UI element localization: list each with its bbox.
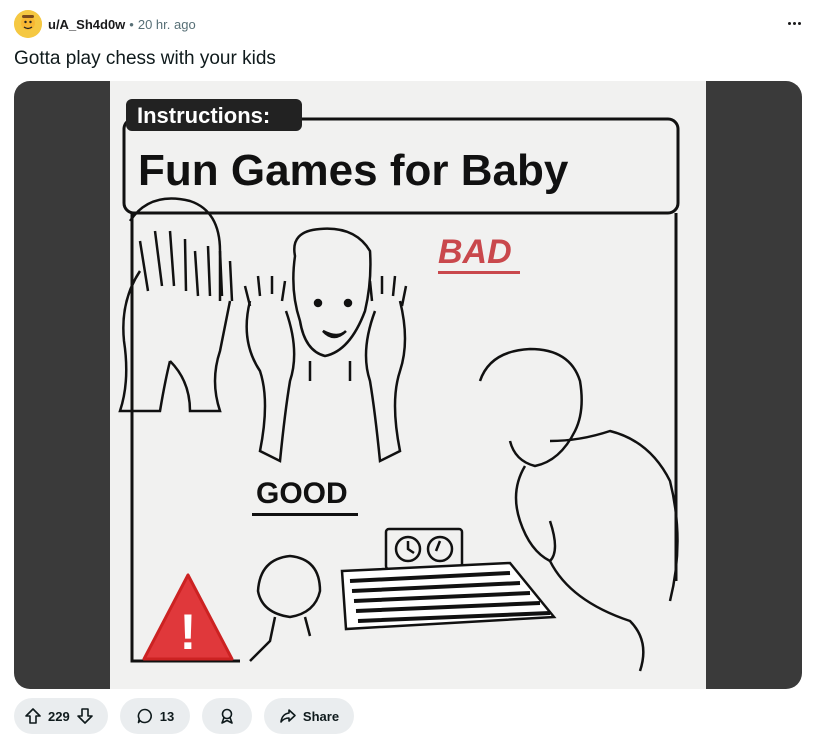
comment-bubble-icon	[137, 708, 152, 724]
avatar[interactable]	[14, 10, 42, 38]
arrow-up-icon	[25, 708, 41, 724]
good-underline	[252, 513, 358, 516]
peekaboo-figure-middle	[243, 227, 408, 463]
chess-board	[340, 561, 557, 631]
award-icon	[221, 708, 233, 724]
downvote-button[interactable]	[76, 707, 94, 725]
share-button[interactable]: Share	[264, 698, 354, 734]
vote-pill: 229	[14, 698, 108, 734]
comment-count: 13	[159, 708, 175, 724]
more-dot-icon	[787, 21, 791, 25]
bad-label: BAD	[438, 233, 512, 271]
upvote-button[interactable]	[24, 707, 42, 725]
warning-triangle-icon: !	[142, 573, 234, 661]
post-header: u/A_Sh4d0w • 20 hr. ago	[14, 8, 196, 40]
avatar-icon	[14, 10, 42, 38]
share-label: Share	[302, 708, 340, 724]
chess-clock	[384, 527, 464, 571]
username-link[interactable]: u/A_Sh4d0w	[48, 17, 125, 32]
award-button[interactable]	[202, 698, 252, 734]
peekaboo-figure-left	[118, 197, 234, 413]
warning-symbol: !	[180, 604, 197, 660]
post-image: Instructions: Fun Games for Baby BAD GOO…	[110, 81, 706, 689]
thinking-man-figure	[478, 347, 679, 672]
baby-figure	[249, 554, 322, 662]
action-bar: 229 13 Share	[14, 698, 366, 734]
comments-button[interactable]: 13	[120, 698, 190, 734]
instruction-illustration: Instructions: Fun Games for Baby BAD GOO…	[118, 99, 680, 672]
post-media[interactable]: Instructions: Fun Games for Baby BAD GOO…	[14, 81, 802, 689]
arrow-down-icon	[76, 708, 93, 724]
vote-count: 229	[48, 708, 70, 724]
post-title[interactable]: Gotta play chess with your kids	[14, 48, 276, 70]
bad-underline	[438, 271, 520, 274]
post-timestamp: 20 hr. ago	[137, 16, 196, 32]
good-label: GOOD	[256, 477, 348, 510]
more-options-button[interactable]	[781, 10, 807, 36]
share-arrow-icon	[280, 709, 296, 723]
separator-dot: •	[129, 16, 134, 32]
header-tab-text: Instructions:	[137, 103, 270, 128]
image-heading: Fun Games for Baby	[138, 146, 569, 195]
